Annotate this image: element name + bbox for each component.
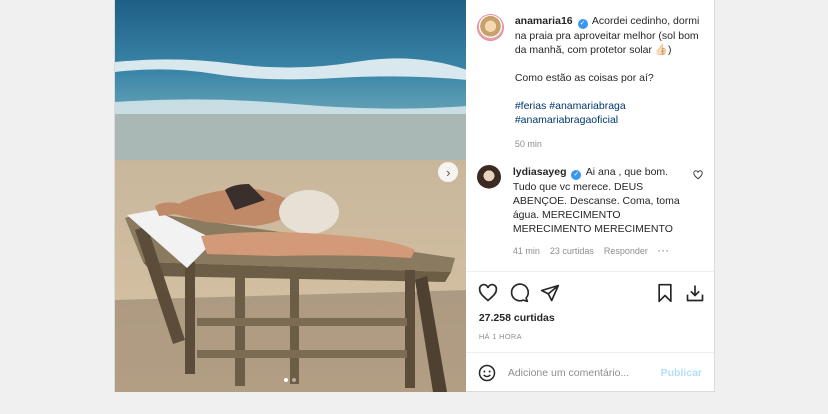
hashtags-line-2[interactable]: #anamariabragaoficial [515,113,709,127]
comment-meta: 41 min 23 curtidas Responder ··· [513,244,689,258]
comment-item: lydiasayeg ✓ Ai ana , que bom. Tudo que … [476,165,709,258]
comment-more-button[interactable]: ··· [658,244,670,258]
hashtags-line-1[interactable]: #ferias #anamariabraga [515,99,709,113]
author-username[interactable]: anamaria16 [515,15,573,27]
actions-right [656,283,705,303]
post-sidebar: anamaria16 ✓ Acordei cedinho, dormi na p… [465,0,714,392]
heart-icon[interactable] [478,283,498,303]
commenter-avatar[interactable] [476,165,501,189]
page-background: › anamaria16 ✓ Acordei cedinho, dormi na… [0,0,828,414]
next-image-button[interactable]: › [437,162,458,182]
comment-like-heart-icon[interactable] [693,170,703,180]
actions-left [478,283,560,303]
comment-time: 41 min [512,246,540,256]
carousel-dot-active [284,378,289,382]
download-icon[interactable] [685,283,705,303]
post-actions-bar [465,271,714,316]
publish-button[interactable]: Publicar [661,367,702,379]
comment-likes[interactable]: 23 curtidas [550,244,594,258]
author-avatar[interactable] [476,14,504,41]
comment-icon[interactable] [509,283,529,303]
send-icon[interactable] [540,283,560,303]
caption-question: Como estão as coisas por aí? [514,72,654,84]
reply-button[interactable]: Responder [604,244,648,258]
beach-photo-illustration [115,0,466,392]
verified-badge-icon: ✓ [571,170,582,180]
carousel-dot [292,378,297,382]
bookmark-icon[interactable] [656,283,674,303]
comment-input[interactable] [507,366,661,379]
post-age: HÁ 1 HORA [478,332,522,341]
chevron-right-icon: › [446,164,451,180]
likes-count[interactable]: 27.258 curtidas [479,312,555,324]
commenter-username[interactable]: lydiasayeg [513,166,567,178]
caption-text-block: anamaria16 ✓ Acordei cedinho, dormi na p… [515,14,709,151]
post-photo: › [115,0,466,392]
comment-body: lydiasayeg ✓ Ai ana , que bom. Tudo que … [513,165,689,258]
add-comment-bar: Publicar [465,352,714,392]
post-caption: anamaria16 ✓ Acordei cedinho, dormi na p… [476,14,709,151]
carousel-dots [115,378,466,382]
emoji-icon[interactable] [478,364,496,382]
verified-badge-icon: ✓ [577,19,588,29]
post-card: › anamaria16 ✓ Acordei cedinho, dormi na… [114,0,715,392]
caption-timestamp: 50 min [514,139,542,149]
